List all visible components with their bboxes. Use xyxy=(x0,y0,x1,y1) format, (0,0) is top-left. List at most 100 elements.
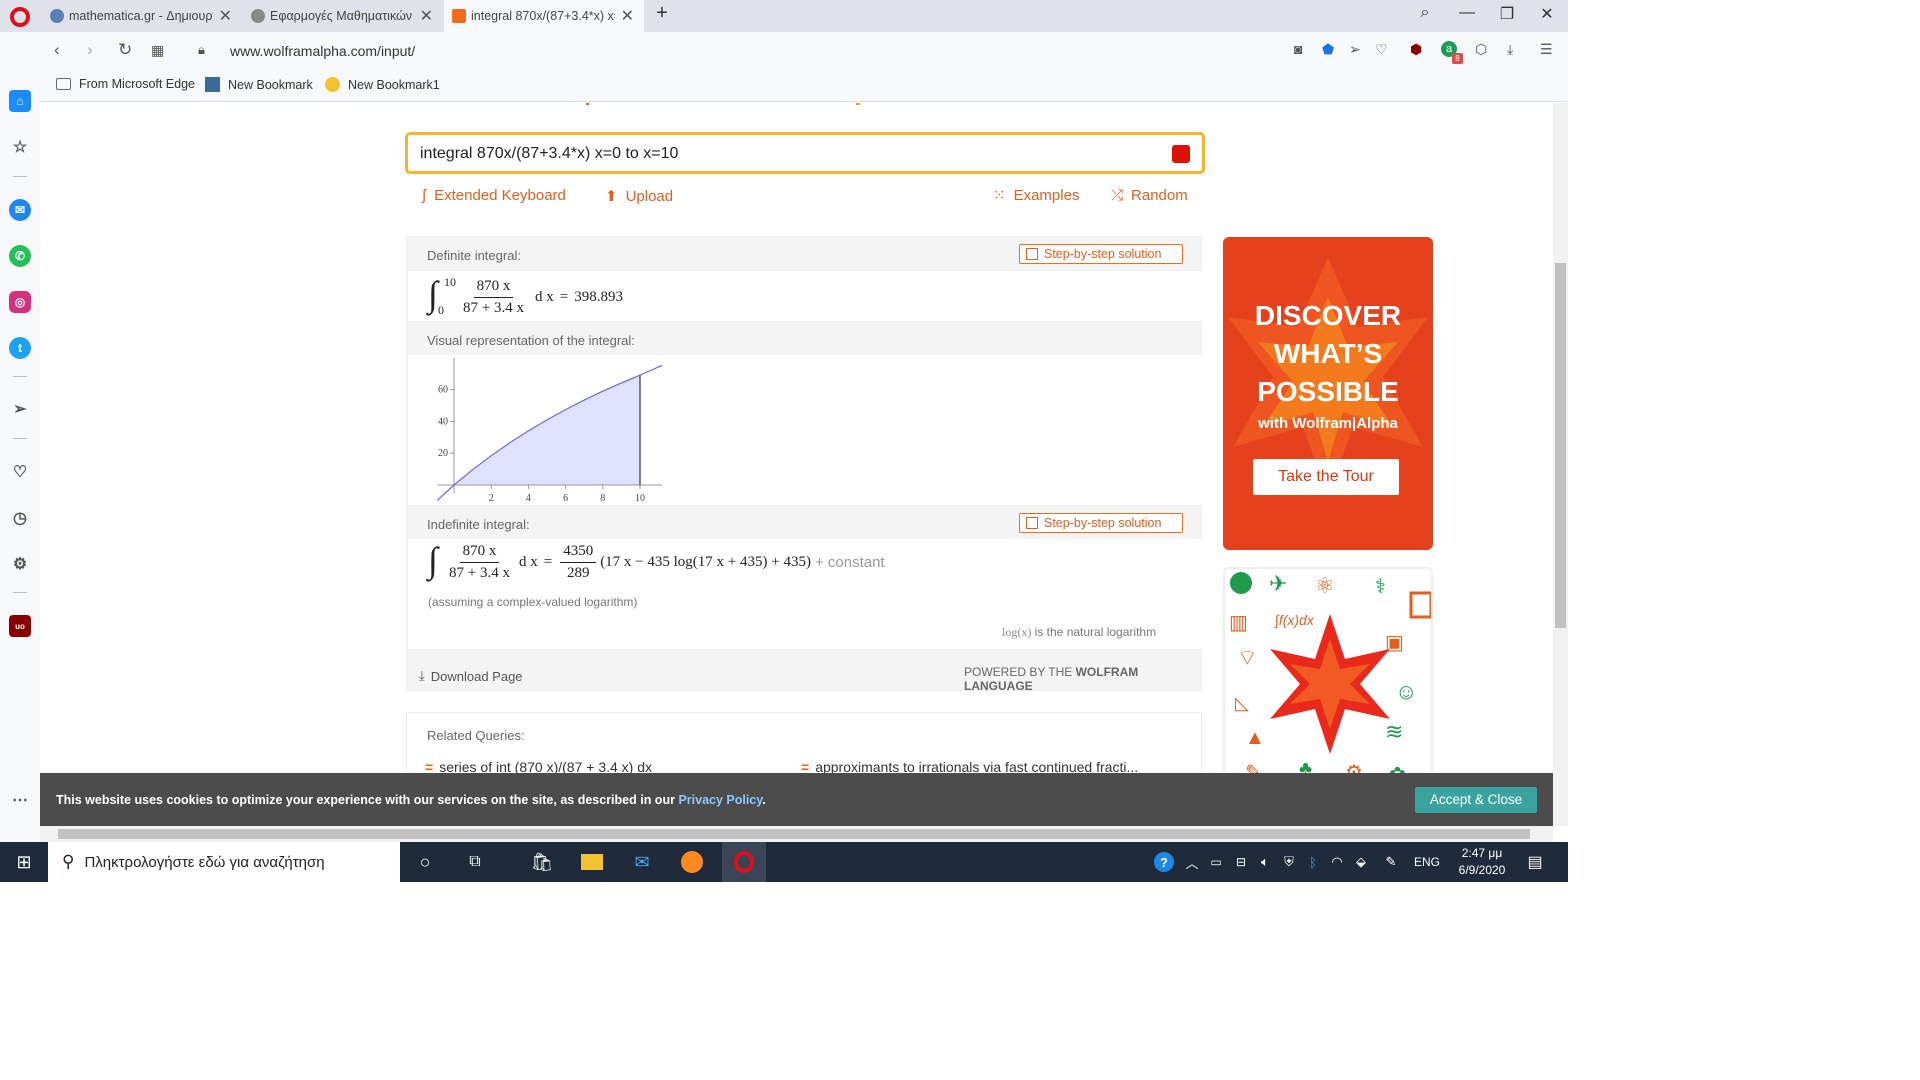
bookmark-item[interactable]: New Bookmark1 xyxy=(325,77,440,92)
integral-plot: 2 4 6 8 10 20 40 60 xyxy=(436,357,662,504)
instagram-icon[interactable]: ◎ xyxy=(9,291,31,313)
help-shape: ? xyxy=(1154,852,1174,872)
bluetooth-icon[interactable]: ᛒ xyxy=(1304,842,1322,882)
reload-icon[interactable]: ↻ xyxy=(118,40,132,60)
header-decoration xyxy=(586,103,589,105)
history-icon[interactable]: ◷ xyxy=(9,507,31,529)
firefox-icon[interactable] xyxy=(670,842,714,882)
step-by-step-button[interactable]: Step-by-step solution xyxy=(1019,244,1183,264)
differential: d x xyxy=(534,288,554,305)
clock[interactable]: 2:47 μμ 6/9/2020 xyxy=(1452,845,1512,879)
svg-text:⚕: ⚕ xyxy=(1375,576,1386,598)
new-tab-button[interactable]: + xyxy=(647,2,677,25)
taskbar-search[interactable]: ⚲ Πληκτρολογήστε εδώ για αναζήτηση xyxy=(48,842,400,882)
globe-icon xyxy=(50,9,64,23)
cube-sidebar-icon[interactable]: ☆ xyxy=(9,136,31,158)
opera-taskbar-icon[interactable] xyxy=(722,842,766,882)
show-hidden-icons[interactable]: ︿ xyxy=(1183,842,1201,882)
ublock-icon[interactable]: ⬢ xyxy=(1410,41,1422,58)
search-tabs-icon[interactable]: ⌕ xyxy=(1410,4,1440,22)
tab-mathematica[interactable]: mathematica.gr - Δημιουργ ✕ xyxy=(42,0,242,32)
minimize-button[interactable]: — xyxy=(1452,4,1482,22)
privacy-policy-link[interactable]: Privacy Policy xyxy=(678,793,762,807)
tab-title: Εφαρμογές Μαθηματικών xyxy=(270,9,413,23)
step-by-step-button[interactable]: Step-by-step solution xyxy=(1019,513,1183,533)
file-explorer-icon[interactable] xyxy=(570,842,614,882)
messenger-icon[interactable]: ✉ xyxy=(9,199,31,221)
bookmark-item[interactable]: From Microsoft Edge xyxy=(56,77,195,91)
restore-button[interactable]: ❐ xyxy=(1492,4,1522,24)
send-sidebar-icon[interactable]: ➢ xyxy=(9,398,31,420)
help-icon[interactable]: ? xyxy=(1152,842,1176,882)
close-tab-icon[interactable]: ✕ xyxy=(420,6,433,26)
opera-logo-icon[interactable] xyxy=(10,7,30,27)
heart-sidebar-icon[interactable]: ♡ xyxy=(9,461,31,483)
ublock-sidebar-icon[interactable]: uo xyxy=(9,615,31,637)
download-page-link[interactable]: ⤓ Download Page xyxy=(419,668,523,684)
more-icon[interactable]: ⋯ xyxy=(9,789,31,811)
clock-time: 2:47 μμ xyxy=(1461,846,1503,860)
web-page: integral 870x/(87+3.4*x) x=0 to x=10 ∫ Ex… xyxy=(40,103,1553,826)
camera-icon[interactable]: ◙ xyxy=(1294,41,1302,57)
upload-link[interactable]: ⬆ Upload xyxy=(605,187,673,206)
store-icon[interactable]: 🛍︎ xyxy=(520,842,564,882)
tab-efarmoges[interactable]: Εφαρμογές Μαθηματικών ✕ xyxy=(243,0,443,32)
vertical-scrollbar[interactable] xyxy=(1553,103,1568,826)
integral-sign: ∫ xyxy=(428,540,438,580)
tab-title: integral 870x/(87+3.4*x) x= xyxy=(471,9,615,23)
horizontal-scrollbar[interactable] xyxy=(40,826,1553,842)
back-icon[interactable]: ‹ xyxy=(54,40,60,60)
twitter-icon[interactable]: t xyxy=(9,337,31,359)
pod-title: Definite integral: xyxy=(427,248,521,263)
dropbox-icon[interactable]: ⬙ xyxy=(1352,842,1370,882)
gear-favicon-icon xyxy=(251,9,265,23)
language-indicator[interactable]: ENG xyxy=(1410,842,1444,882)
cube-icon[interactable]: ⬡ xyxy=(1475,41,1487,58)
network-icon[interactable]: ⊟ xyxy=(1232,842,1250,882)
folder-icon xyxy=(56,78,71,90)
url-field[interactable]: www.wolframalpha.com/input/ xyxy=(230,43,415,59)
search-input[interactable]: integral 870x/(87+3.4*x) x=0 to x=10 xyxy=(405,132,1205,174)
search-query[interactable]: integral 870x/(87+3.4*x) x=0 to x=10 xyxy=(420,145,678,163)
vpn-shield-icon[interactable]: ⬟ xyxy=(1322,41,1334,58)
battery-icon[interactable]: ▭ xyxy=(1207,842,1225,882)
cortana-icon[interactable]: ○ xyxy=(405,842,445,882)
defender-icon[interactable]: ⛨ xyxy=(1280,842,1298,882)
close-window-button[interactable]: ✕ xyxy=(1532,4,1562,24)
whatsapp-icon[interactable]: ✆ xyxy=(9,245,31,267)
examples-link[interactable]: ⁙ Examples xyxy=(993,186,1079,205)
pen-icon[interactable]: ✎ xyxy=(1380,842,1402,882)
speed-dial-icon[interactable]: ▦ xyxy=(151,42,164,59)
close-tab-icon[interactable]: ✕ xyxy=(621,6,634,26)
fraction: 870 x 87 + 3.4 x xyxy=(460,278,527,317)
mail-icon[interactable]: ✉ xyxy=(620,842,664,882)
easy-setup-icon[interactable]: ☰ xyxy=(1540,41,1553,58)
ad-line: WHAT’S xyxy=(1273,338,1383,369)
take-the-tour-button[interactable]: Take the Tour xyxy=(1253,459,1399,495)
settings-icon[interactable]: ⚙ xyxy=(9,553,31,575)
heart-icon[interactable]: ♡ xyxy=(1375,41,1388,58)
bookmark-item[interactable]: New Bookmark xyxy=(205,77,313,92)
compute-button[interactable] xyxy=(1172,145,1190,163)
notifications-icon[interactable]: ▤ xyxy=(1520,842,1550,882)
volume-icon[interactable]: 🔈︎ xyxy=(1256,842,1274,882)
denominator: 289 xyxy=(566,564,590,581)
extended-keyboard-link[interactable]: ∫ Extended Keyboard xyxy=(422,187,566,204)
tab-wolfram[interactable]: integral 870x/(87+3.4*x) x= ✕ xyxy=(444,0,644,32)
windows-start-icon[interactable]: ⊞ xyxy=(0,842,48,882)
close-tab-icon[interactable]: ✕ xyxy=(219,6,232,26)
wifi-icon[interactable]: ◠ xyxy=(1328,842,1346,882)
pod-title: Visual representation of the integral: xyxy=(427,333,635,348)
task-view-icon[interactable]: ⧉ xyxy=(455,842,495,882)
promo-banner[interactable]: DISCOVER WHAT’S POSSIBLE with Wolfram|Al… xyxy=(1223,237,1433,550)
send-icon[interactable]: ➢ xyxy=(1349,41,1361,58)
forward-icon[interactable]: › xyxy=(87,40,93,60)
download-icon[interactable]: ⤓ xyxy=(1507,41,1513,58)
y-tick-label: 20 xyxy=(438,448,448,459)
powered-by: POWERED BY THE WOLFRAM LANGUAGE xyxy=(964,665,1201,693)
scrollbar-thumb[interactable] xyxy=(1555,263,1566,628)
random-link[interactable]: ⤮ Random xyxy=(1111,187,1188,204)
home-icon[interactable]: ⌂ xyxy=(9,90,31,112)
accept-close-button[interactable]: Accept & Close xyxy=(1415,787,1537,813)
scrollbar-thumb[interactable] xyxy=(58,829,1530,839)
